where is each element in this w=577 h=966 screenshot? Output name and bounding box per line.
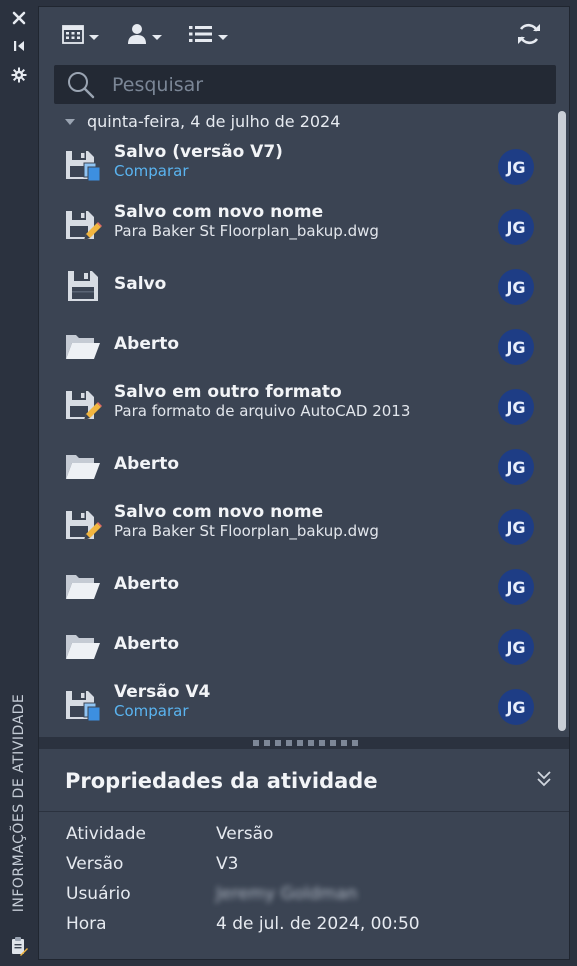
scrollbar-thumb[interactable] (558, 111, 566, 731)
date-group-header[interactable]: quinta-feira, 4 de julho de 2024 (65, 112, 340, 131)
activity-title: Versão V4 (114, 682, 211, 702)
user-avatar[interactable]: JG (498, 509, 534, 545)
vertical-panel-title: INFORMAÇÕES DE ATIVIDADE (2, 680, 36, 925)
collapse-triangle-icon[interactable] (65, 118, 75, 125)
chevron-down-icon (89, 34, 99, 40)
vertical-title-text: INFORMAÇÕES DE ATIVIDADE (11, 693, 28, 912)
calendar-filter-button[interactable] (62, 23, 99, 49)
chevron-down-icon (152, 34, 162, 40)
pin-collapse-icon[interactable] (9, 36, 29, 56)
property-label: Usuário (66, 884, 131, 904)
save-icon (64, 267, 102, 305)
user-avatar[interactable]: JG (498, 569, 534, 605)
folder-open-icon (64, 327, 102, 365)
search-icon (66, 70, 96, 100)
user-avatar[interactable]: JG (498, 269, 534, 305)
property-value: Jeremy Goldman (216, 884, 358, 904)
search-input[interactable] (110, 72, 534, 97)
settings-icon[interactable] (9, 65, 29, 85)
folder-open-icon (64, 627, 102, 665)
side-strip: INFORMAÇÕES DE ATIVIDADE (0, 0, 38, 966)
user-avatar[interactable]: JG (498, 209, 534, 245)
folder-open-icon (64, 447, 102, 485)
list-filter-button[interactable] (189, 23, 228, 49)
activity-title: Aberto (114, 454, 180, 474)
property-row: Usuário Jeremy Goldman (39, 884, 569, 914)
activity-item[interactable]: Versão V4 Comparar JG (39, 677, 554, 737)
close-icon[interactable] (9, 8, 29, 28)
save-as-icon (64, 387, 102, 425)
save-version-icon (64, 147, 102, 185)
properties-title: Propriedades da atividade (65, 769, 378, 793)
save-as-icon (64, 507, 102, 545)
property-value: V3 (216, 854, 239, 874)
property-label: Hora (66, 914, 107, 934)
activity-panel: quinta-feira, 4 de julho de 2024 Salvo (… (38, 6, 570, 960)
clipboard-icon[interactable] (9, 936, 29, 956)
properties-header: Propriedades da atividade (39, 749, 569, 812)
property-row: Versão V3 (39, 854, 569, 884)
activity-title: Salvo em outro formato (114, 382, 342, 402)
save-as-icon (64, 207, 102, 245)
activity-title: Aberto (114, 574, 180, 594)
splitter-handle[interactable] (39, 737, 569, 749)
user-filter-button[interactable] (127, 23, 162, 49)
user-filter-icon (127, 23, 147, 49)
save-version-icon (64, 687, 102, 725)
activity-detail: Para Baker St Floorplan_bakup.dwg (114, 222, 379, 240)
activity-item[interactable]: Aberto JG (39, 317, 554, 377)
activity-item[interactable]: Salvo JG (39, 257, 554, 317)
user-avatar[interactable]: JG (498, 149, 534, 185)
property-label: Atividade (66, 824, 146, 844)
activity-item[interactable]: Aberto JG (39, 437, 554, 497)
activity-item[interactable]: Salvo com novo nome Para Baker St Floorpl… (39, 197, 554, 257)
folder-open-icon (64, 567, 102, 605)
list-filter-icon (189, 24, 213, 48)
activity-title: Salvo (versão V7) (114, 142, 283, 162)
activity-title: Salvo com novo nome (114, 202, 324, 222)
date-group-label: quinta-feira, 4 de julho de 2024 (87, 112, 341, 131)
chevron-down-icon (218, 34, 228, 40)
toolbar (39, 7, 569, 63)
collapse-chevrons-icon[interactable] (536, 769, 554, 791)
activity-title: Aberto (114, 634, 180, 654)
user-avatar[interactable]: JG (498, 629, 534, 665)
activity-item[interactable]: Salvo (versão V7) Comparar JG (39, 137, 554, 197)
activity-detail: Para Baker St Floorplan_bakup.dwg (114, 522, 379, 540)
property-value: Versão (216, 824, 274, 844)
activity-title: Salvo com novo nome (114, 502, 324, 522)
property-row: Atividade Versão (39, 824, 569, 854)
search-box[interactable] (54, 65, 556, 104)
activity-item[interactable]: Salvo em outro formato Para formato de ar… (39, 377, 554, 437)
activity-item[interactable]: Aberto JG (39, 617, 554, 677)
calendar-filter-icon (62, 24, 84, 48)
activity-title: Aberto (114, 334, 180, 354)
activity-item[interactable]: Aberto JG (39, 557, 554, 617)
activity-item[interactable]: Salvo com novo nome Para Baker St Floorpl… (39, 497, 554, 557)
property-value: 4 de jul. de 2024, 00:50 (216, 914, 420, 934)
property-label: Versão (66, 854, 124, 874)
user-avatar[interactable]: JG (498, 449, 534, 485)
user-avatar[interactable]: JG (498, 389, 534, 425)
refresh-icon (516, 22, 542, 50)
compare-link[interactable]: Comparar (114, 162, 189, 180)
refresh-button[interactable] (516, 23, 542, 49)
activity-title: Salvo (114, 274, 167, 294)
user-avatar[interactable]: JG (498, 329, 534, 365)
activity-list: quinta-feira, 4 de julho de 2024 Salvo (… (39, 107, 554, 737)
activity-detail: Para formato de arquivo AutoCAD 2013 (114, 402, 411, 420)
user-avatar[interactable]: JG (498, 689, 534, 725)
compare-link[interactable]: Comparar (114, 702, 189, 720)
property-row: Hora 4 de jul. de 2024, 00:50 (39, 914, 569, 944)
